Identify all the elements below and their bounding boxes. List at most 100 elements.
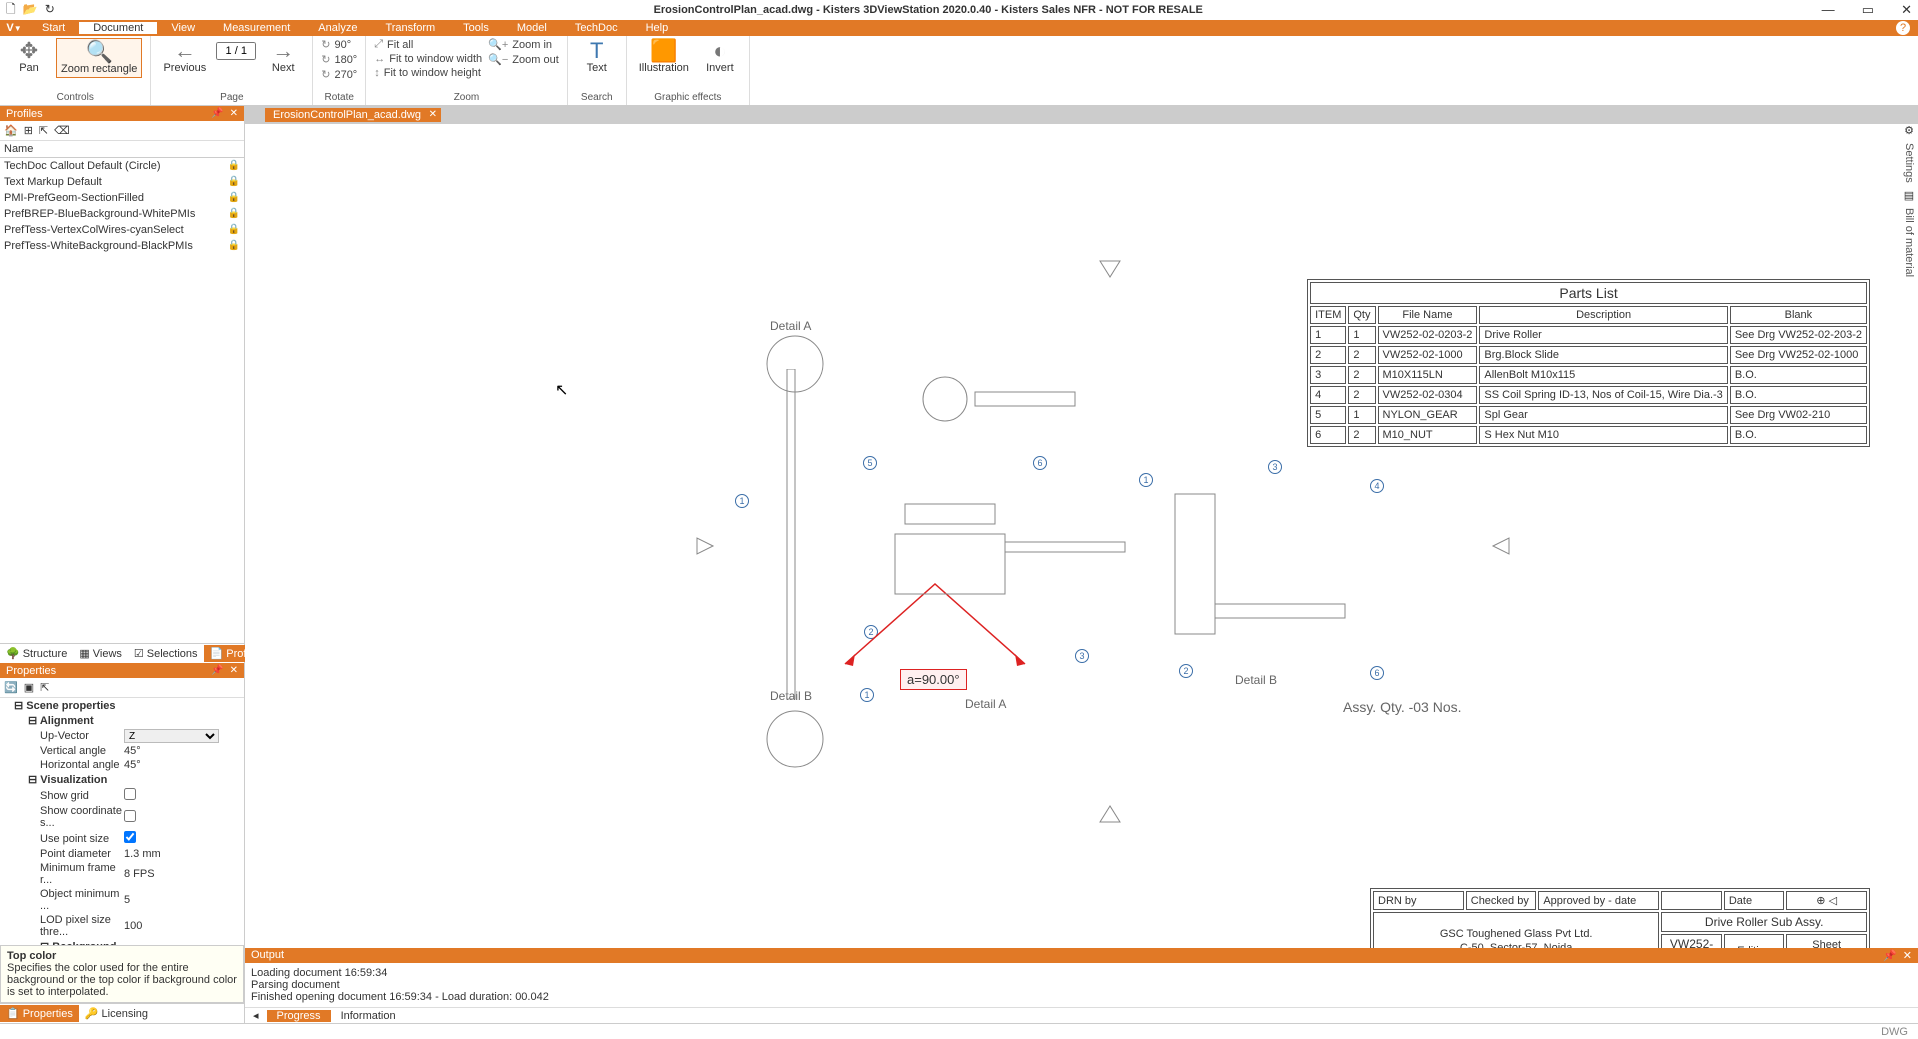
tab-settings[interactable]: Settings <box>1903 143 1915 183</box>
fit-width-button[interactable]: ↔Fit to window width <box>374 53 482 65</box>
balloon-1b: 1 <box>860 688 874 702</box>
properties-tree[interactable]: ⊟ Scene properties⊟ AlignmentUp-VectorZV… <box>0 698 244 945</box>
rotate-180-button[interactable]: ↻180° <box>321 53 357 66</box>
left-panel-tabs[interactable]: 🌳Structure ▦Views ☑Selections 📄Profiles <box>0 643 244 663</box>
property-row[interactable]: Show grid <box>0 787 244 804</box>
document-tab-bar[interactable]: ErosionControlPlan_acad.dwg✕ <box>245 106 1918 124</box>
profiles-toolbar[interactable]: 🏠 ⊞ ⇱ ⌫ <box>0 121 244 141</box>
lock-icon: 🔒 <box>228 192 240 204</box>
tab-view[interactable]: View <box>157 22 209 34</box>
property-row[interactable]: Object minimum ...5 <box>0 887 244 913</box>
pin-icon[interactable]: 📌 <box>1883 949 1897 962</box>
zoom-out-button[interactable]: 🔍−Zoom out <box>488 53 559 66</box>
lock-icon: 🔒 <box>228 224 240 236</box>
reload-icon[interactable]: ↻ <box>45 2 55 16</box>
output-panel: Output📌✕ Loading document 16:59:34 Parsi… <box>245 948 1918 1023</box>
page-input[interactable] <box>216 42 256 60</box>
expand-icon[interactable]: ▣ <box>24 681 34 694</box>
invert-button[interactable]: ◐Invert <box>699 38 741 76</box>
property-row[interactable]: ⊟ Alignment <box>0 713 244 728</box>
window-title: ErosionControlPlan_acad.dwg - Kisters 3D… <box>59 4 1798 16</box>
home-icon[interactable]: 🏠 <box>4 124 18 137</box>
close-tab-icon[interactable]: ✕ <box>429 109 437 120</box>
rotate-90-button[interactable]: ↻90° <box>321 38 357 51</box>
zoom-in-button[interactable]: 🔍+Zoom in <box>488 38 559 51</box>
scroll-left-icon[interactable]: ◂ <box>245 1009 267 1022</box>
fit-all-button[interactable]: ⤢Fit all <box>374 38 482 51</box>
tab-techdoc[interactable]: TechDoc <box>561 22 632 34</box>
rotate-270-button[interactable]: ↻270° <box>321 68 357 81</box>
add-icon[interactable]: ⊞ <box>24 124 33 137</box>
property-row[interactable]: Up-VectorZ <box>0 728 244 744</box>
property-row[interactable]: ⊟ Scene properties <box>0 698 244 713</box>
property-row[interactable]: Vertical angle45° <box>0 744 244 758</box>
next-button[interactable]: →Next <box>262 38 304 76</box>
close-icon[interactable]: ✕ <box>1903 949 1912 962</box>
tab-bom[interactable]: Bill of material <box>1903 208 1915 277</box>
detail-b-circle <box>760 709 830 769</box>
close-button[interactable]: ✕ <box>1901 2 1912 17</box>
property-row[interactable]: Horizontal angle45° <box>0 758 244 772</box>
property-row[interactable]: Show coordinate s... <box>0 804 244 830</box>
export-icon[interactable]: ⇱ <box>40 681 49 694</box>
illustration-button[interactable]: 🟧Illustration <box>635 38 693 76</box>
tab-start[interactable]: Start <box>28 22 79 34</box>
close-icon[interactable]: ✕ <box>230 108 238 119</box>
tab-transform[interactable]: Transform <box>371 22 449 34</box>
parts-list-table: Parts List ITEMQtyFile NameDescriptionBl… <box>1307 279 1870 447</box>
pin-icon[interactable]: 📌 <box>211 108 223 119</box>
property-row[interactable]: LOD pixel size thre...100 <box>0 913 244 939</box>
frame-arrow-bottom <box>1095 804 1125 824</box>
minimize-button[interactable]: — <box>1822 2 1835 17</box>
property-row[interactable]: Use point size <box>0 830 244 847</box>
maximize-button[interactable]: ▭ <box>1862 2 1874 17</box>
tab-licensing[interactable]: 🔑Licensing <box>79 1005 154 1022</box>
export-icon[interactable]: ⇱ <box>39 124 48 137</box>
tab-selections[interactable]: ☑Selections <box>128 645 204 662</box>
drawing-canvas[interactable]: Detail A Detail B Detail A Detail B Assy… <box>245 124 1918 1023</box>
properties-tabs[interactable]: 📋Properties 🔑Licensing <box>0 1003 244 1023</box>
output-tab-information[interactable]: Information <box>331 1010 406 1022</box>
properties-toolbar[interactable]: 🔄 ▣ ⇱ <box>0 678 244 698</box>
property-row[interactable]: ⊟ Visualization <box>0 772 244 787</box>
output-tabs[interactable]: ◂ Progress Information <box>245 1007 1918 1023</box>
menubar[interactable]: V▼ Start Document View Measurement Analy… <box>0 20 1918 36</box>
balloon-1: 1 <box>735 494 749 508</box>
profiles-list[interactable]: Name TechDoc Callout Default (Circle)🔒 T… <box>0 141 244 643</box>
previous-button[interactable]: ←Previous <box>159 38 210 76</box>
close-icon[interactable]: ✕ <box>230 665 238 676</box>
pan-button[interactable]: ✥Pan <box>8 38 50 76</box>
refresh-icon[interactable]: 🔄 <box>4 681 18 694</box>
tab-measurement[interactable]: Measurement <box>209 22 304 34</box>
tab-views[interactable]: ▦Views <box>73 645 128 662</box>
fit-height-button[interactable]: ↕Fit to window height <box>374 67 482 79</box>
output-body[interactable]: Loading document 16:59:34 Parsing docume… <box>245 963 1918 1007</box>
open-icon[interactable]: 📂 <box>23 2 38 16</box>
settings-icon[interactable]: ⚙ <box>1904 124 1914 137</box>
tab-structure[interactable]: 🌳Structure <box>0 645 73 662</box>
new-icon[interactable]: 🗋 <box>6 2 16 16</box>
column-header-name[interactable]: Name <box>0 141 244 158</box>
pin-icon[interactable]: 📌 <box>211 665 223 676</box>
tab-model[interactable]: Model <box>503 22 561 34</box>
tab-document[interactable]: Document <box>79 22 157 34</box>
tab-analyze[interactable]: Analyze <box>304 22 371 34</box>
document-tab[interactable]: ErosionControlPlan_acad.dwg✕ <box>265 108 441 122</box>
property-row[interactable]: Minimum frame r...8 FPS <box>0 861 244 887</box>
group-label-page: Page <box>159 92 304 103</box>
zoom-rectangle-button[interactable]: 🔍Zoom rectangle <box>56 38 142 78</box>
tab-properties[interactable]: 📋Properties <box>0 1005 79 1022</box>
text-search-button[interactable]: TText <box>576 38 618 76</box>
quick-access[interactable]: 🗋 📂 ↻ <box>6 0 59 21</box>
tab-tools[interactable]: Tools <box>449 22 503 34</box>
tab-help[interactable]: Help <box>632 22 683 34</box>
frame-arrow-right <box>1491 536 1511 556</box>
help-icon[interactable]: ? <box>1896 21 1910 35</box>
app-logo[interactable]: V▼ <box>0 20 28 36</box>
property-row[interactable]: Point diameter1.3 mm <box>0 847 244 861</box>
right-tabs[interactable]: ⚙ Settings ▤ Bill of material <box>1900 124 1918 424</box>
output-tab-progress[interactable]: Progress <box>267 1010 331 1022</box>
bom-icon[interactable]: ▤ <box>1904 189 1914 202</box>
delete-icon[interactable]: ⌫ <box>54 124 70 137</box>
angle-value: a=90.00° <box>900 669 967 690</box>
